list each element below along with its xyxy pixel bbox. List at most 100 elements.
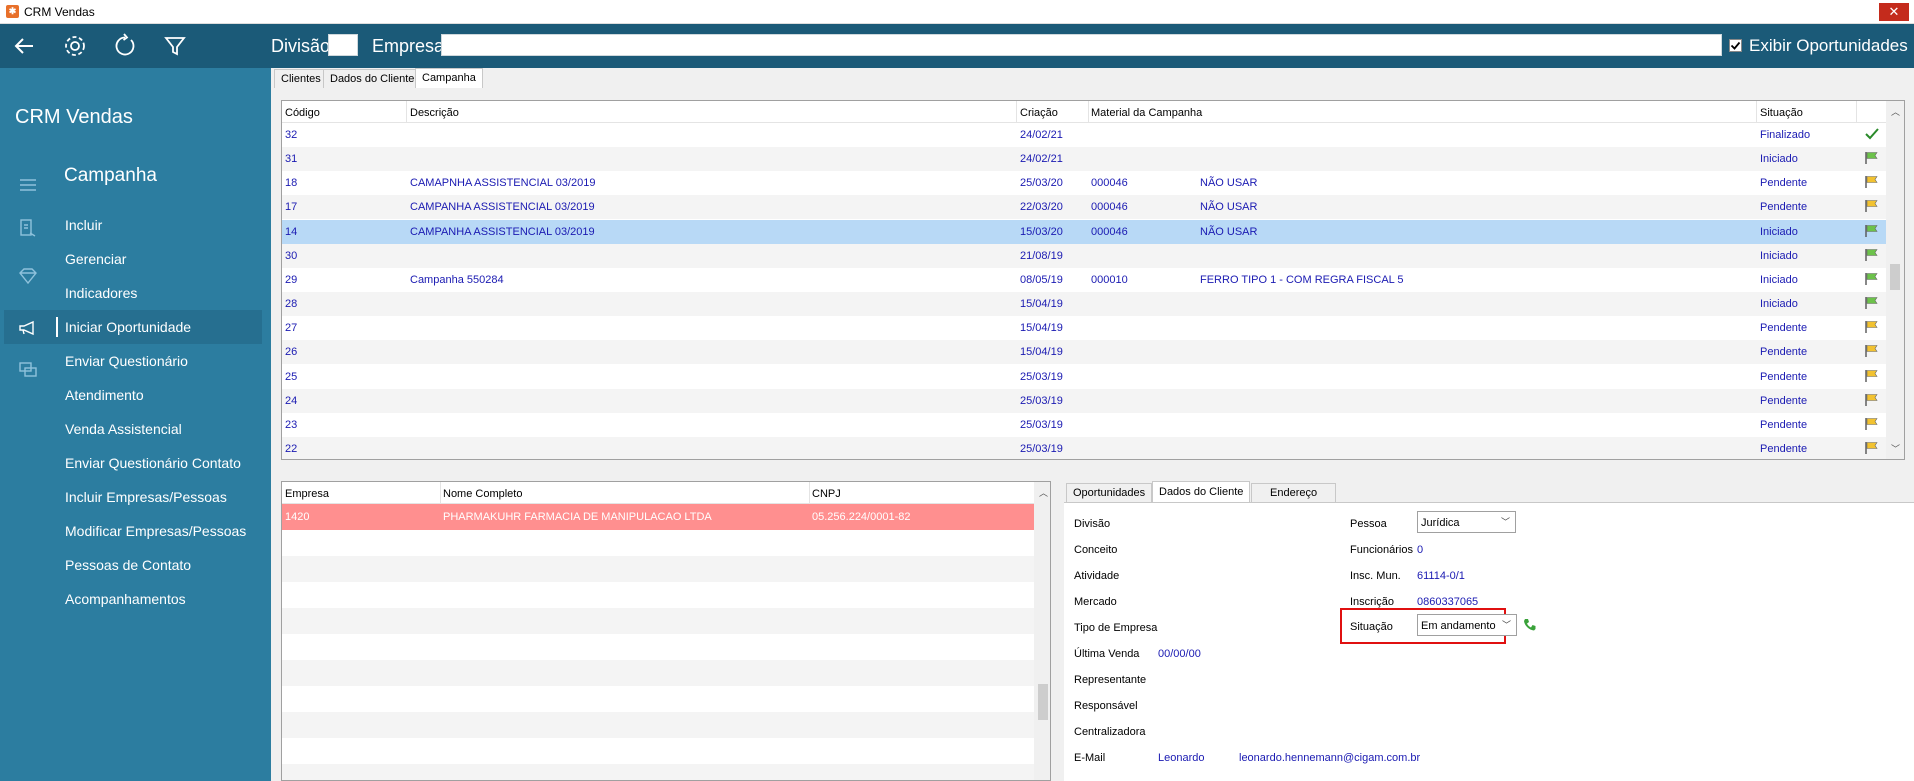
table-row[interactable]: 27 15/04/19 Pendente	[282, 316, 1886, 341]
scroll-thumb[interactable]	[1038, 684, 1048, 720]
yellow-flag-icon[interactable]	[1864, 417, 1880, 434]
col-divider	[809, 482, 810, 504]
back-arrow-icon[interactable]	[11, 32, 39, 60]
scroll-down-icon[interactable]: ﹀	[1891, 442, 1900, 455]
col-codigo[interactable]: Código	[285, 107, 320, 119]
table-row[interactable]: 17 CAMPANHA ASSISTENCIAL 03/2019 22/03/20 0…	[282, 195, 1886, 220]
green-flag-icon[interactable]	[1864, 248, 1880, 265]
col-cnpj[interactable]: CNPJ	[812, 488, 841, 500]
yellow-flag-icon[interactable]	[1864, 320, 1880, 337]
scroll-up-icon[interactable]: ︿	[1039, 486, 1048, 499]
sidebar-item-enviar-questionario-contato[interactable]: Enviar Questionário Contato	[65, 455, 241, 471]
row-code: 22	[285, 442, 298, 455]
sidebar-item-pessoas-contato[interactable]: Pessoas de Contato	[65, 557, 191, 573]
table-row[interactable]: 25 25/03/19 Pendente	[282, 364, 1886, 389]
green-flag-icon[interactable]	[1864, 151, 1880, 168]
row-created: 25/03/19	[1020, 394, 1063, 407]
col-situacao[interactable]: Situação	[1760, 107, 1803, 119]
company-scrollbar[interactable]: ︿	[1034, 482, 1050, 780]
email-name[interactable]: Leonardo	[1158, 752, 1205, 764]
ultima-venda-value: 00/00/00	[1158, 648, 1201, 660]
tab-dados-cliente-detail[interactable]: Dados do Cliente	[1152, 481, 1251, 503]
row-status: Iniciado	[1760, 153, 1798, 166]
close-button[interactable]: ✕	[1879, 3, 1909, 21]
scroll-up-icon[interactable]: ︿	[1891, 105, 1900, 118]
sidebar-item-iniciar-oportunidade[interactable]: Iniciar Oportunidade	[65, 319, 191, 335]
situacao-select[interactable]: Em andamento ﹀	[1417, 614, 1517, 636]
row-created: 21/08/19	[1020, 249, 1063, 262]
pessoa-select[interactable]: Jurídica ﹀	[1417, 511, 1516, 533]
table-row[interactable]: 26 15/04/19 Pendente	[282, 340, 1886, 365]
row-status: Pendente	[1760, 177, 1808, 190]
row-status: Pendente	[1760, 346, 1808, 359]
yellow-flag-icon[interactable]	[1864, 441, 1880, 458]
sidebar-item-indicadores[interactable]: Indicadores	[65, 285, 137, 301]
table-row[interactable]: 24 25/03/19 Pendente	[282, 388, 1886, 413]
table-row[interactable]: 18 CAMAPNHA ASSISTENCIAL 03/2019 25/03/20 0…	[282, 171, 1886, 196]
col-descricao[interactable]: Descrição	[410, 107, 459, 119]
show-opportunities-checkbox[interactable]	[1729, 39, 1742, 52]
col-nome-completo[interactable]: Nome Completo	[443, 488, 522, 500]
diamond-icon[interactable]	[17, 265, 39, 287]
green-flag-icon[interactable]	[1864, 272, 1880, 289]
tab-oportunidades[interactable]: Oportunidades	[1066, 483, 1153, 502]
yellow-flag-icon[interactable]	[1864, 175, 1880, 192]
campaign-scrollbar[interactable]: ︿ ﹀	[1886, 101, 1904, 459]
chevron-down-icon: ﹀	[1501, 517, 1511, 527]
sidebar-item-gerenciar[interactable]: Gerenciar	[65, 251, 126, 267]
filter-icon[interactable]	[161, 32, 189, 60]
company-input[interactable]	[441, 34, 1722, 56]
representante-label: Representante	[1074, 674, 1147, 686]
tab-campanha[interactable]: Campanha	[415, 68, 483, 88]
check-icon[interactable]	[1864, 127, 1880, 144]
sidebar-item-modificar-empresas[interactable]: Modificar Empresas/Pessoas	[65, 523, 246, 539]
tab-endereco[interactable]: Endereço	[1251, 483, 1337, 502]
table-row[interactable]: 22 25/03/19 Pendente	[282, 436, 1886, 459]
company-cnpj: 05.256.224/0001-82	[812, 511, 911, 523]
sidebar-item-venda-assistencial[interactable]: Venda Assistencial	[65, 421, 182, 437]
col-empresa[interactable]: Empresa	[285, 488, 329, 500]
tab-dados-cliente[interactable]: Dados do Cliente	[323, 69, 422, 88]
yellow-flag-icon[interactable]	[1864, 369, 1880, 386]
division-input[interactable]	[328, 34, 358, 56]
refresh-icon[interactable]	[111, 32, 139, 60]
green-flag-icon[interactable]	[1864, 224, 1880, 241]
sidebar-item-enviar-questionario[interactable]: Enviar Questionário	[65, 353, 188, 369]
col-divider	[406, 101, 407, 123]
scroll-thumb[interactable]	[1890, 264, 1900, 290]
table-row[interactable]: 23 25/03/19 Pendente	[282, 412, 1886, 437]
app-icon: ✱	[6, 5, 19, 18]
table-row[interactable]: 31 24/02/21 Iniciado	[282, 147, 1886, 172]
yellow-flag-icon[interactable]	[1864, 344, 1880, 361]
empty-row	[282, 608, 1034, 634]
chat-icon[interactable]	[17, 359, 39, 381]
sidebar-item-incluir-empresas[interactable]: Incluir Empresas/Pessoas	[65, 489, 227, 505]
megaphone-icon[interactable]	[17, 317, 39, 339]
menu-icon[interactable]	[17, 174, 39, 196]
inscricao-label: Inscrição	[1350, 596, 1395, 608]
table-row[interactable]: 30 21/08/19 Iniciado	[282, 243, 1886, 268]
company-row[interactable]: 1420 PHARMAKUHR FARMACIA DE MANIPULACAO …	[282, 504, 1034, 530]
row-material-code: 000046	[1091, 225, 1128, 238]
email-address[interactable]: leonardo.hennemann@cigam.com.br	[1239, 752, 1420, 764]
sidebar-item-atendimento[interactable]: Atendimento	[65, 387, 144, 403]
table-row[interactable]: 14 CAMPANHA ASSISTENCIAL 03/2019 15/03/20 0…	[282, 219, 1886, 244]
sidebar-item-incluir[interactable]: Incluir	[65, 217, 102, 233]
sidebar: CRM Vendas Campanha Incluir Gerenciar In…	[0, 68, 271, 781]
yellow-flag-icon[interactable]	[1864, 199, 1880, 216]
table-row[interactable]: 29 Campanha 550284 08/05/19 000010 FERRO TIP…	[282, 267, 1886, 292]
table-row[interactable]: 28 15/04/19 Iniciado	[282, 292, 1886, 317]
conceito-label: Conceito	[1074, 544, 1118, 556]
green-flag-icon[interactable]	[1864, 296, 1880, 313]
gear-icon[interactable]	[61, 32, 89, 60]
table-row[interactable]: 32 24/02/21 Finalizado	[282, 123, 1886, 147]
col-material[interactable]: Material da Campanha	[1091, 107, 1202, 119]
sidebar-item-acompanhamentos[interactable]: Acompanhamentos	[65, 591, 186, 607]
report-icon[interactable]	[17, 217, 39, 239]
yellow-flag-icon[interactable]	[1864, 393, 1880, 410]
col-criacao[interactable]: Criação	[1020, 107, 1058, 119]
funcionarios-label: Funcionários	[1350, 544, 1413, 556]
tab-clientes[interactable]: Clientes	[274, 69, 328, 88]
phone-icon[interactable]	[1522, 617, 1538, 633]
client-data-panel: Divisão Conceito Atividade Mercado Tipo …	[1064, 502, 1914, 781]
